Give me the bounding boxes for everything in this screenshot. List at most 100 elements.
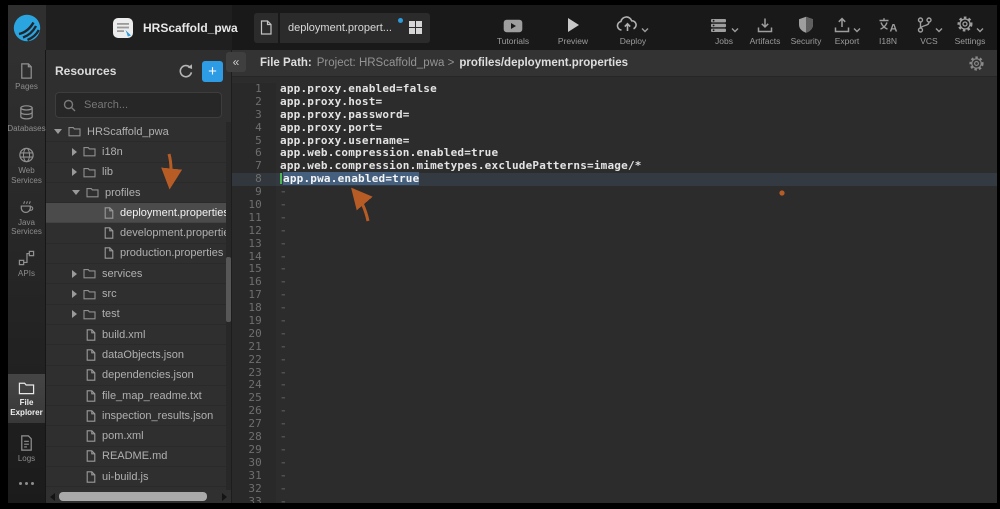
- tree-item-production.properties[interactable]: production.properties: [46, 244, 231, 264]
- sidebar-item-databases[interactable]: Databases: [8, 102, 45, 135]
- tree-item-inspection_results.json[interactable]: inspection_results.json: [46, 406, 231, 426]
- code-line-22[interactable]: 22-: [232, 354, 997, 367]
- tutorials-button[interactable]: Tutorials: [496, 16, 530, 46]
- folder-icon: [18, 380, 35, 396]
- code-line-12[interactable]: 12-: [232, 225, 997, 238]
- code-line-18[interactable]: 18-: [232, 302, 997, 315]
- tree-item-src[interactable]: src: [46, 284, 231, 304]
- chevron-down-icon[interactable]: [54, 129, 62, 134]
- code-line-33[interactable]: 33-: [232, 496, 997, 504]
- tree-item-build.xml[interactable]: build.xml: [46, 325, 231, 345]
- code-line-21[interactable]: 21-: [232, 341, 997, 354]
- tree-item-dependencies.json[interactable]: dependencies.json: [46, 366, 231, 386]
- vcs-button[interactable]: VCS: [912, 16, 946, 46]
- add-resource-button[interactable]: +: [202, 61, 223, 82]
- tree-item-file_map_readme.txt[interactable]: file_map_readme.txt: [46, 386, 231, 406]
- sidebar-item-pages[interactable]: Pages: [8, 60, 45, 93]
- chevron-right-icon[interactable]: [72, 168, 77, 176]
- app-logo[interactable]: [8, 5, 46, 50]
- scroll-right-icon[interactable]: [222, 493, 227, 501]
- code-line-13[interactable]: 13-: [232, 238, 997, 251]
- chevron-right-icon[interactable]: [72, 290, 77, 298]
- line-text: app.proxy.host=: [276, 96, 382, 109]
- code-line-3[interactable]: 3app.proxy.password=: [232, 109, 997, 122]
- sidebar-item-apis[interactable]: APIs: [8, 247, 45, 280]
- code-line-15[interactable]: 15-: [232, 263, 997, 276]
- settings-button[interactable]: Settings: [953, 16, 987, 46]
- empty-line-mark: -: [280, 301, 287, 314]
- chevron-right-icon[interactable]: [72, 310, 77, 318]
- code-line-32[interactable]: 32-: [232, 483, 997, 496]
- code-line-19[interactable]: 19-: [232, 315, 997, 328]
- scroll-left-icon[interactable]: [50, 493, 55, 501]
- tree-horizontal-scrollbar[interactable]: [46, 490, 231, 503]
- refresh-icon[interactable]: [178, 63, 194, 79]
- sidebar-item-more[interactable]: [8, 474, 45, 493]
- sidebar-item-java-services[interactable]: Java Services: [8, 196, 45, 238]
- tree-item-deployment.properties[interactable]: deployment.properties: [46, 203, 231, 223]
- dashboard-grid-icon[interactable]: [409, 21, 422, 34]
- artifacts-button[interactable]: Artifacts: [748, 16, 782, 46]
- code-line-9[interactable]: 9-: [232, 186, 997, 199]
- code-line-27[interactable]: 27-: [232, 418, 997, 431]
- open-file-tab[interactable]: deployment.propert...: [254, 13, 430, 43]
- jobs-button[interactable]: Jobs: [707, 16, 741, 46]
- code-line-1[interactable]: 1app.proxy.enabled=false: [232, 83, 997, 96]
- tree-item-README.md[interactable]: README.md: [46, 447, 231, 467]
- code-line-14[interactable]: 14-: [232, 251, 997, 264]
- tree-item-pom.xml[interactable]: pom.xml: [46, 426, 231, 446]
- export-button[interactable]: Export: [830, 16, 864, 46]
- search-box[interactable]: [55, 92, 222, 118]
- code-line-24[interactable]: 24-: [232, 379, 997, 392]
- code-line-16[interactable]: 16-: [232, 276, 997, 289]
- svg-text:A: A: [889, 22, 897, 33]
- deploy-button[interactable]: Deploy: [616, 16, 650, 46]
- scrollbar-thumb[interactable]: [226, 257, 231, 322]
- chevron-right-icon[interactable]: [72, 270, 77, 278]
- code-line-25[interactable]: 25-: [232, 392, 997, 405]
- code-line-23[interactable]: 23-: [232, 367, 997, 380]
- tree-item-development.properties[interactable]: development.properties: [46, 223, 231, 243]
- code-line-2[interactable]: 2app.proxy.host=: [232, 96, 997, 109]
- project-switcher[interactable]: HRScaffold_pwa: [46, 5, 232, 50]
- tree-item-HRScaffold_pwa[interactable]: HRScaffold_pwa: [46, 122, 231, 142]
- code-line-28[interactable]: 28-: [232, 431, 997, 444]
- code-line-20[interactable]: 20-: [232, 328, 997, 341]
- sidebar-item-logs[interactable]: Logs: [8, 432, 45, 465]
- empty-line-mark: -: [280, 469, 287, 482]
- scrollbar-thumb[interactable]: [59, 492, 207, 501]
- i18n-button[interactable]: A I18N: [871, 16, 905, 46]
- code-line-17[interactable]: 17-: [232, 289, 997, 302]
- preview-button[interactable]: Preview: [556, 16, 590, 46]
- tree-item-test[interactable]: test: [46, 305, 231, 325]
- code-line-10[interactable]: 10-: [232, 199, 997, 212]
- tree-item-label: HRScaffold_pwa: [87, 126, 169, 138]
- code-line-31[interactable]: 31-: [232, 470, 997, 483]
- editor-settings-gear-icon[interactable]: [968, 55, 985, 72]
- tree-vertical-scrollbar[interactable]: [226, 122, 231, 490]
- tree-item-services[interactable]: services: [46, 264, 231, 284]
- api-nodes-icon: [18, 249, 35, 267]
- collapse-panel-button[interactable]: «: [226, 52, 246, 72]
- code-line-4[interactable]: 4app.proxy.port=: [232, 122, 997, 135]
- search-input[interactable]: [82, 98, 206, 112]
- tree-item-lib[interactable]: lib: [46, 163, 231, 183]
- code-line-11[interactable]: 11-: [232, 212, 997, 225]
- chevron-down-icon[interactable]: [72, 190, 80, 195]
- line-number: 8: [232, 173, 276, 186]
- sidebar-item-web-services[interactable]: Web Services: [8, 144, 45, 186]
- security-shield-icon: [798, 16, 814, 33]
- sidebar-item-file-explorer[interactable]: File Explorer: [8, 374, 45, 422]
- security-button[interactable]: Security: [789, 16, 823, 46]
- code-line-30[interactable]: 30-: [232, 457, 997, 470]
- chevron-right-icon[interactable]: [72, 148, 77, 156]
- tree-item-ui-build.js[interactable]: ui-build.js: [46, 467, 231, 487]
- tree-item-label: build.xml: [102, 329, 145, 341]
- tree-item-profiles[interactable]: profiles: [46, 183, 231, 203]
- code-line-26[interactable]: 26-: [232, 405, 997, 418]
- tree-item-i18n[interactable]: i18n: [46, 142, 231, 162]
- path-project: Project: HRScaffold_pwa >: [317, 57, 455, 69]
- tree-item-dataObjects.json[interactable]: dataObjects.json: [46, 345, 231, 365]
- code-line-8[interactable]: 8app.pwa.enabled=true: [232, 173, 997, 186]
- code-line-29[interactable]: 29-: [232, 444, 997, 457]
